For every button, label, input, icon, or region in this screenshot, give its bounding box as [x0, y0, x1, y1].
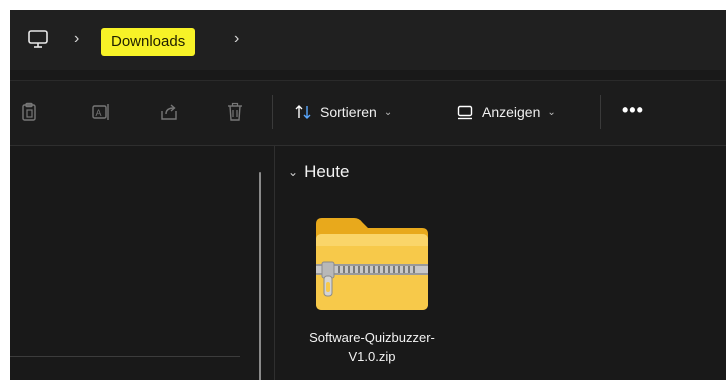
view-label: Anzeigen — [482, 104, 541, 120]
nav-scrollbar[interactable] — [259, 172, 261, 380]
share-icon[interactable] — [158, 101, 180, 123]
sort-arrows-icon — [295, 105, 311, 119]
trash-icon[interactable] — [224, 101, 246, 123]
pane-splitter[interactable] — [274, 146, 275, 380]
navigation-pane — [10, 146, 268, 380]
svg-text:A: A — [96, 108, 102, 118]
monitor-icon[interactable] — [26, 27, 50, 51]
toolbar-divider — [272, 95, 273, 129]
clipboard-icon[interactable] — [18, 101, 40, 123]
nav-separator — [10, 356, 240, 357]
more-options-button[interactable]: ••• — [622, 100, 644, 121]
explorer-window: › Downloads › A Sortieren ⌄ Anzeigen ⌄ •… — [10, 10, 726, 380]
file-item[interactable]: Software-Quizbuzzer-V1.0.zip — [306, 206, 444, 380]
breadcrumb-label: Downloads — [111, 33, 186, 50]
toolbar-divider — [600, 95, 601, 129]
command-bar: A Sortieren ⌄ Anzeigen ⌄ ••• — [10, 80, 726, 146]
file-name: Software-Quizbuzzer-V1.0.zip — [309, 330, 435, 364]
view-icon — [457, 105, 473, 120]
chevron-down-icon: ⌄ — [547, 106, 556, 118]
sort-button[interactable]: Sortieren ⌄ — [294, 97, 392, 127]
group-header-label: Heute — [304, 162, 350, 181]
view-button[interactable]: Anzeigen ⌄ — [456, 97, 556, 127]
rename-icon[interactable]: A — [90, 101, 112, 123]
zip-folder-icon — [316, 218, 428, 310]
breadcrumb-separator[interactable]: › — [234, 30, 239, 48]
chevron-down-icon: ⌄ — [288, 165, 299, 179]
breadcrumb-item-downloads[interactable]: Downloads — [101, 28, 196, 56]
breadcrumb-separator[interactable]: › — [74, 30, 79, 48]
address-bar: › Downloads › — [10, 10, 726, 70]
sort-label: Sortieren — [320, 104, 377, 120]
chevron-down-icon: ⌄ — [383, 106, 393, 118]
group-header-today[interactable]: ⌄ Heute — [288, 162, 349, 182]
